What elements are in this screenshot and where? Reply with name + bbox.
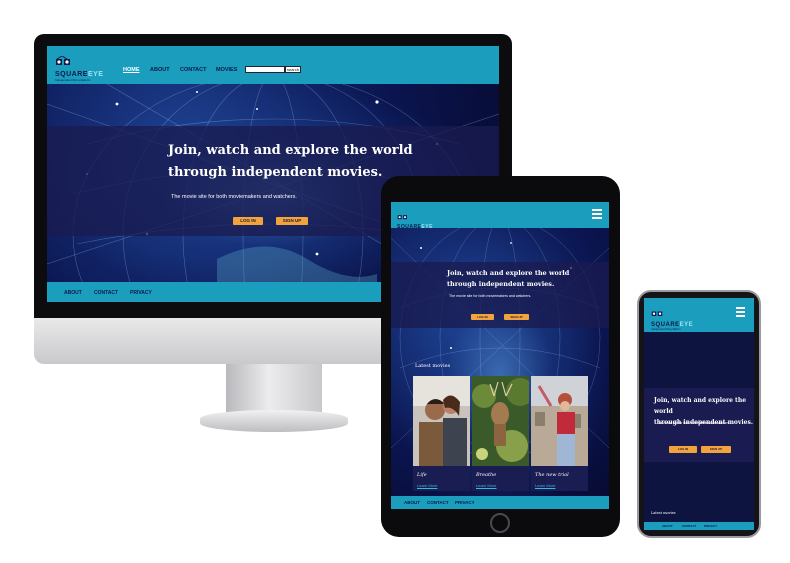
phone-footer-privacy[interactable]: PRIVACY xyxy=(704,524,717,528)
movie-title: Life xyxy=(417,472,427,478)
login-button[interactable]: LOG IN xyxy=(233,217,263,225)
learn-more-link[interactable]: Learn More xyxy=(417,483,437,488)
hero-subtitle: The movie site for both moviemakers and … xyxy=(171,194,297,200)
phone-footer-contact[interactable]: CONTACT xyxy=(682,524,696,528)
movie-title: Breathe xyxy=(476,472,497,478)
hero-title-line2: through independent movies. xyxy=(168,165,383,180)
tablet-home-button xyxy=(490,513,510,533)
tablet-hero-title: Join, watch and explore the world throug… xyxy=(447,268,569,290)
nav-movies[interactable]: MOVIES xyxy=(216,67,237,73)
latest-movies-heading: Latest movies xyxy=(415,363,451,369)
learn-more-link[interactable]: Learn More xyxy=(535,483,555,488)
hero-title-line1: Join, watch and explore the world xyxy=(168,143,413,158)
phone-screen: SQUAREEYE Independent films platform Joi… xyxy=(644,298,754,530)
tablet-logo-icon xyxy=(397,215,407,220)
footer-about[interactable]: ABOUT xyxy=(64,290,82,296)
movie-title: The new trial xyxy=(535,472,569,478)
phone-latest-heading: Latest movies xyxy=(651,511,676,515)
nav-about[interactable]: ABOUT xyxy=(150,67,170,73)
logo-icon xyxy=(56,55,70,65)
tablet-footer: ABOUT CONTACT PRIVACY xyxy=(391,496,609,509)
footer-privacy[interactable]: PRIVACY xyxy=(130,290,152,296)
phone-logo-tagline: Independent films platform xyxy=(651,328,681,331)
search-button[interactable]: search xyxy=(285,66,301,73)
tablet-hero-title-line1: Join, watch and explore the world xyxy=(447,269,570,277)
tablet-logo[interactable]: SQUAREEYE xyxy=(397,207,433,230)
movie-poster-image xyxy=(472,376,529,466)
desktop-header: SQUAREEYE Independent films platform HOM… xyxy=(47,46,499,84)
phone-logo-suffix: EYE xyxy=(679,322,694,328)
site-logo[interactable]: SQUAREEYE Independent films platform xyxy=(55,53,103,82)
device-mockup-scene: SQUAREEYE Independent films platform HOM… xyxy=(0,0,790,563)
movie-card[interactable]: Breathe Learn More xyxy=(472,376,529,491)
movie-poster-image xyxy=(413,376,470,466)
nav-contact[interactable]: CONTACT xyxy=(180,67,206,73)
tablet-footer-contact[interactable]: CONTACT xyxy=(427,500,449,505)
tablet-login-button[interactable]: LOG IN xyxy=(471,314,494,320)
tablet-logo-name: SQUARE xyxy=(397,224,422,230)
phone-hero-title-line1: Join, watch and explore the world xyxy=(654,397,747,415)
tablet-footer-privacy[interactable]: PRIVACY xyxy=(455,500,475,505)
phone-hero-subtitle: The movie site for both moviemakers and … xyxy=(657,421,730,425)
tablet-footer-about[interactable]: ABOUT xyxy=(404,500,420,505)
movie-poster-image xyxy=(531,376,588,466)
phone-footer: ABOUT CONTACT PRIVACY xyxy=(644,522,754,530)
footer-contact[interactable]: CONTACT xyxy=(94,290,118,296)
nav-home[interactable]: HOME xyxy=(123,67,140,73)
search-input[interactable] xyxy=(245,66,285,73)
phone-logo-icon xyxy=(651,311,663,316)
learn-more-link[interactable]: Learn More xyxy=(476,483,496,488)
tablet-screen: SQUAREEYE Join, watch and explore the wo… xyxy=(391,202,609,509)
tablet-signup-button[interactable]: SIGN UP xyxy=(504,314,529,320)
signup-button[interactable]: SIGN UP xyxy=(276,217,308,225)
phone-signup-button[interactable]: SIGN UP xyxy=(701,446,731,453)
phone-menu-icon[interactable] xyxy=(736,307,745,317)
phone-logo[interactable]: SQUAREEYE Independent films platform xyxy=(651,304,693,331)
logo-name: SQUARE xyxy=(55,71,88,78)
movie-card[interactable]: Life Learn More xyxy=(413,376,470,491)
tablet-hero-subtitle: The movie site for both moviemakers and … xyxy=(449,294,532,298)
hero-title: Join, watch and explore the world throug… xyxy=(168,140,413,184)
phone-header: SQUAREEYE Independent films platform xyxy=(644,298,754,332)
menu-icon[interactable] xyxy=(592,209,602,219)
logo-tagline: Independent films platform xyxy=(55,78,91,82)
logo-name-suffix: EYE xyxy=(87,71,104,78)
tablet-hero-title-line2: through independent movies. xyxy=(447,280,555,288)
monitor-stand-neck xyxy=(226,364,322,416)
phone-footer-about[interactable]: ABOUT xyxy=(662,524,673,528)
tablet-header: SQUAREEYE xyxy=(391,202,609,230)
monitor-stand-base xyxy=(200,410,348,432)
movie-card[interactable]: The new trial Learn More xyxy=(531,376,588,491)
phone-login-button[interactable]: LOG IN xyxy=(669,446,697,453)
tablet-logo-suffix: EYE xyxy=(421,224,433,230)
